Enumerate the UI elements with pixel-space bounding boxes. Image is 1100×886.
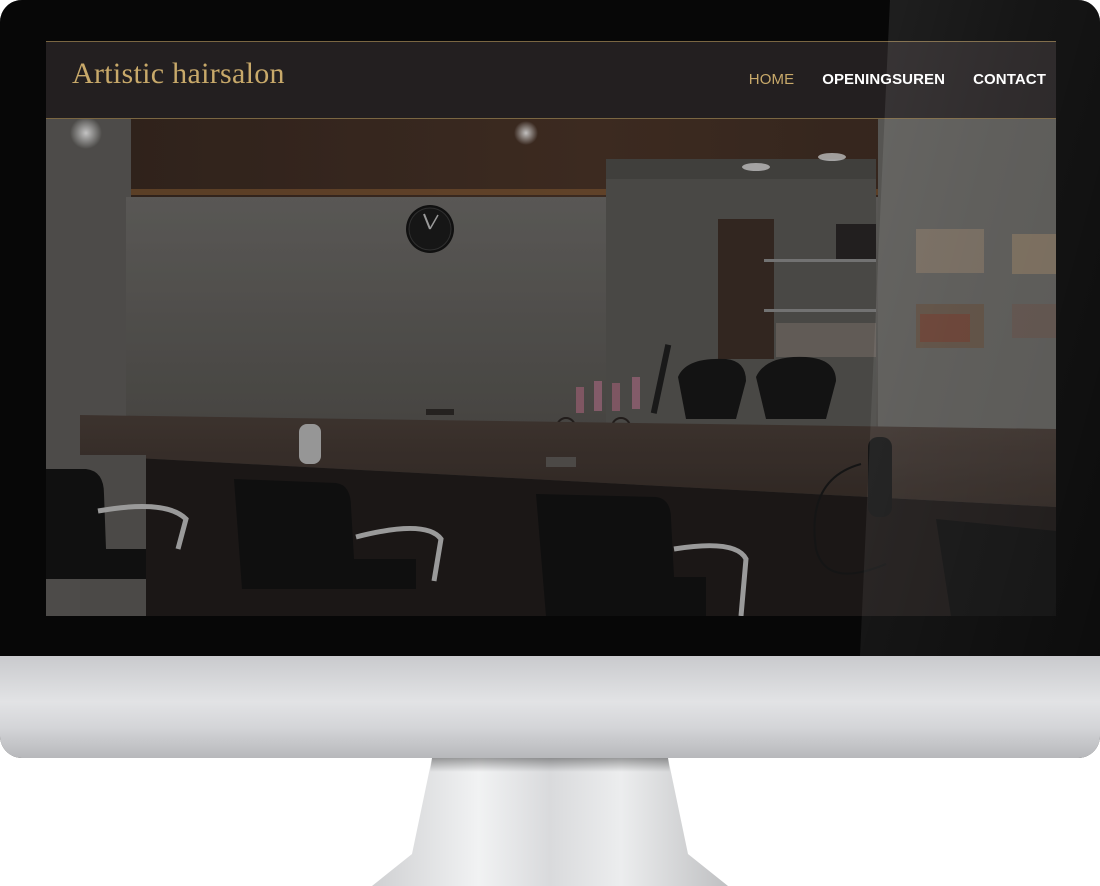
nav-item-contact[interactable]: CONTACT — [973, 71, 1046, 88]
stand-shadow — [430, 758, 670, 772]
monitor-stand — [372, 758, 728, 886]
monitor-chin — [0, 656, 1100, 758]
nav-item-home[interactable]: HOME — [749, 71, 794, 88]
nav-item-openingsuren[interactable]: OPENINGSUREN — [822, 71, 945, 88]
site-header: Artistic hairsalon HOME OPENINGSUREN CON… — [46, 41, 1056, 119]
hero-image — [46, 119, 1056, 616]
main-nav: HOME OPENINGSUREN CONTACT — [749, 71, 1046, 88]
site-logo[interactable]: Artistic hairsalon — [72, 57, 285, 91]
salon-interior-photo — [46, 119, 1056, 616]
website-screen: Artistic hairsalon HOME OPENINGSUREN CON… — [46, 41, 1056, 616]
imac-monitor: Artistic hairsalon HOME OPENINGSUREN CON… — [0, 0, 1100, 758]
